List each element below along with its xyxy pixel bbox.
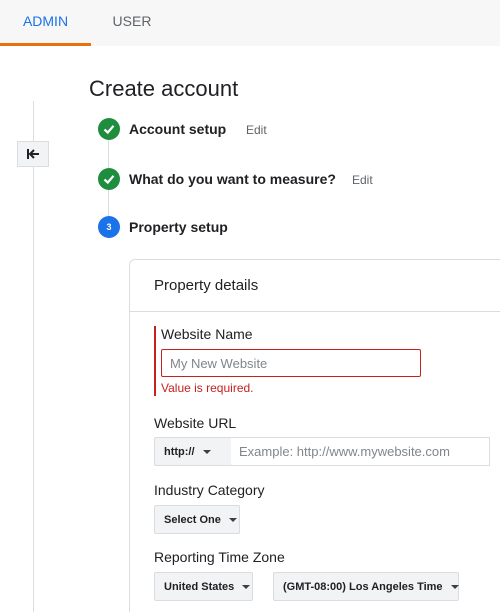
time-zone-country-dropdown[interactable]: United States bbox=[154, 572, 253, 601]
website-name-input[interactable] bbox=[161, 349, 421, 377]
time-zone-country-value: United States bbox=[164, 580, 235, 593]
chevron-down-icon bbox=[228, 517, 237, 522]
chevron-down-icon bbox=[202, 449, 211, 454]
arrow-left-bar-icon bbox=[27, 149, 39, 159]
step-edit-account-setup[interactable]: Edit bbox=[246, 123, 267, 137]
step-label-measure: What do you want to measure? bbox=[129, 171, 336, 187]
step-number-badge: 3 bbox=[98, 216, 120, 238]
industry-category-label: Industry Category bbox=[154, 482, 265, 498]
step-label-property-setup: Property setup bbox=[129, 219, 228, 235]
step-label-account-setup: Account setup bbox=[129, 121, 227, 137]
tab-admin[interactable]: ADMIN bbox=[0, 0, 91, 46]
left-rail-divider bbox=[33, 101, 34, 612]
chevron-down-icon bbox=[242, 584, 251, 589]
reporting-time-zone-label: Reporting Time Zone bbox=[154, 549, 285, 565]
step-complete-check-icon bbox=[98, 118, 120, 140]
step-complete-check-icon bbox=[98, 168, 120, 190]
top-tab-bar: ADMIN USER bbox=[0, 0, 500, 46]
card-title: Property details bbox=[154, 277, 259, 294]
website-name-error: Value is required. bbox=[161, 381, 254, 395]
chevron-down-icon bbox=[450, 584, 459, 589]
step-edit-measure[interactable]: Edit bbox=[352, 173, 373, 187]
back-button[interactable] bbox=[17, 141, 49, 167]
website-url-input[interactable] bbox=[231, 437, 490, 466]
website-name-label: Website Name bbox=[161, 326, 253, 342]
step-connector bbox=[108, 189, 109, 216]
step-connector bbox=[108, 140, 109, 168]
protocol-dropdown[interactable]: http:// bbox=[154, 437, 232, 466]
industry-category-value: Select One bbox=[164, 513, 221, 526]
time-zone-dropdown[interactable]: (GMT-08:00) Los Angeles Time bbox=[273, 572, 459, 601]
page-title: Create account bbox=[89, 76, 239, 101]
industry-category-dropdown[interactable]: Select One bbox=[154, 505, 240, 534]
tab-user[interactable]: USER bbox=[91, 0, 173, 46]
time-zone-value: (GMT-08:00) Los Angeles Time bbox=[283, 580, 443, 593]
error-indicator-bar bbox=[154, 326, 156, 396]
protocol-value: http:// bbox=[164, 445, 195, 458]
card-header: Property details bbox=[130, 260, 500, 312]
website-url-label: Website URL bbox=[154, 415, 237, 431]
